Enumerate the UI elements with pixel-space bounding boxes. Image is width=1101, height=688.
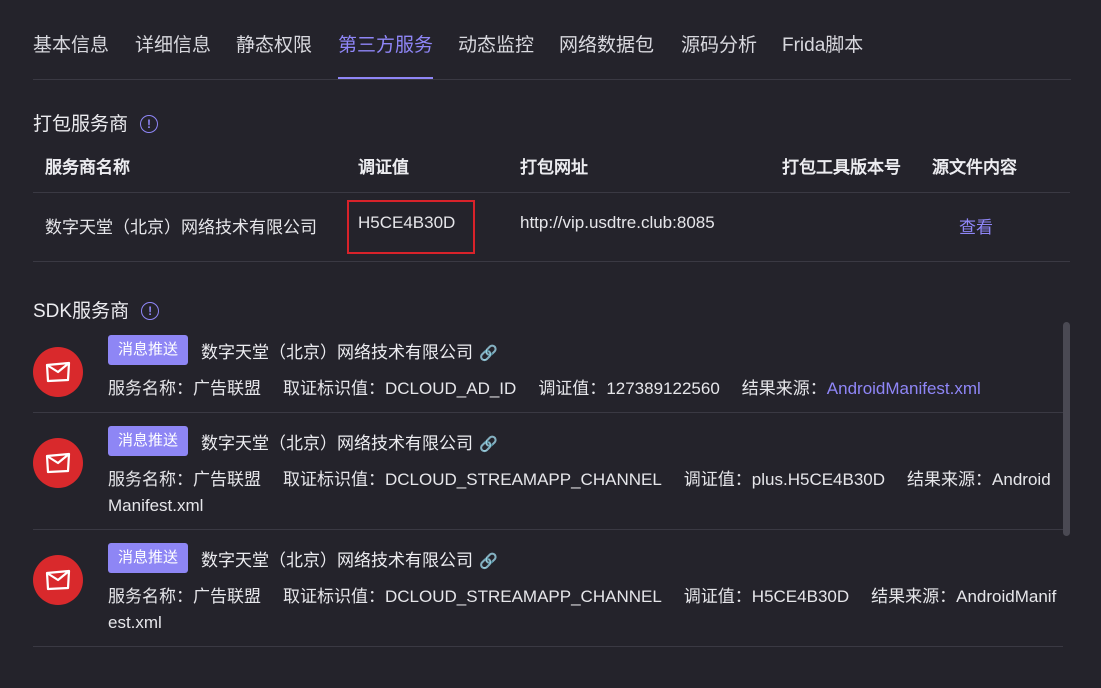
packing-title-text: 打包服务商 (33, 114, 129, 135)
sdk-section-title: SDK服务商! (33, 296, 160, 323)
tab-detail-info[interactable]: 详细信息 (135, 30, 211, 79)
view-link[interactable]: 查看 (959, 213, 993, 238)
list-item: 消息推送 数字天堂（北京）网络技术有限公司 🔗 服务名称：广告联盟 取证标识值：DC… (33, 426, 1063, 530)
sdk-detail: 服务名称：广告联盟 取证标识值：DCLOUD_STREAMAPP_CHANNEL 调… (108, 587, 1057, 632)
sdk-detail: 服务名称：广告联盟 取证标识值：DCLOUD_AD_ID 调证值：127389122… (108, 379, 981, 398)
info-icon[interactable]: ! (140, 115, 159, 133)
list-item: 消息推送 数字天堂（北京）网络技术有限公司 🔗 服务名称：广告联盟 取证标识值：DC… (33, 335, 1063, 413)
sdk-title-text: SDK服务商 (33, 301, 130, 322)
tab-frida-script[interactable]: Frida脚本 (782, 30, 863, 79)
message-icon (33, 438, 83, 488)
tab-source-analysis[interactable]: 源码分析 (681, 30, 757, 79)
source-link[interactable]: AndroidManifest.xml (827, 379, 981, 398)
category-badge: 消息推送 (108, 335, 189, 365)
link-icon[interactable]: 🔗 (479, 436, 498, 453)
link-icon[interactable]: 🔗 (479, 553, 498, 570)
sdk-detail: 服务名称：广告联盟 取证标识值：DCLOUD_STREAMAPP_CHANNEL 调… (108, 470, 1051, 515)
tab-static-permissions[interactable]: 静态权限 (236, 30, 312, 79)
provider-name: 数字天堂（北京）网络技术有限公司 (45, 218, 317, 237)
tab-basic-info[interactable]: 基本信息 (33, 30, 109, 79)
app-panel: 基本信息 详细信息 静态权限 第三方服务 动态监控 网络数据包 源码分析 Fri… (0, 0, 1101, 688)
scrollbar[interactable] (1063, 322, 1070, 536)
link-icon[interactable]: 🔗 (479, 345, 498, 362)
packing-section-title: 打包服务商! (33, 109, 159, 136)
info-icon[interactable]: ! (141, 302, 160, 320)
message-icon (33, 347, 83, 397)
table-row: 数字天堂（北京）网络技术有限公司 H5CE4B30D http://vip.us… (33, 193, 1070, 262)
provider-url: http://vip.usdtre.club:8085 (520, 213, 715, 232)
col-tool-version: 打包工具版本号 (782, 158, 901, 177)
category-badge: 消息推送 (108, 543, 189, 573)
col-url: 打包网址 (520, 158, 588, 177)
list-item: 消息推送 数字天堂（北京）网络技术有限公司 🔗 服务名称：广告联盟 取证标识值：DC… (33, 543, 1063, 647)
tab-third-party-services[interactable]: 第三方服务 (338, 30, 434, 79)
packing-table-header: 服务商名称 调证值 打包网址 打包工具版本号 源文件内容 (33, 140, 1070, 193)
sdk-company: 数字天堂（北京）网络技术有限公司 🔗 (201, 434, 498, 453)
message-icon (33, 555, 83, 605)
col-value: 调证值 (358, 158, 409, 177)
sdk-company: 数字天堂（北京）网络技术有限公司 🔗 (201, 343, 498, 362)
col-source-content: 源文件内容 (932, 158, 1017, 177)
provider-value: H5CE4B30D (358, 213, 456, 232)
tab-bar: 基本信息 详细信息 静态权限 第三方服务 动态监控 网络数据包 源码分析 Fri… (33, 0, 1071, 80)
category-badge: 消息推送 (108, 426, 189, 456)
sdk-company: 数字天堂（北京）网络技术有限公司 🔗 (201, 551, 498, 570)
tab-network-packets[interactable]: 网络数据包 (559, 30, 654, 79)
tab-dynamic-monitoring[interactable]: 动态监控 (458, 30, 534, 79)
col-provider-name: 服务商名称 (45, 158, 130, 177)
